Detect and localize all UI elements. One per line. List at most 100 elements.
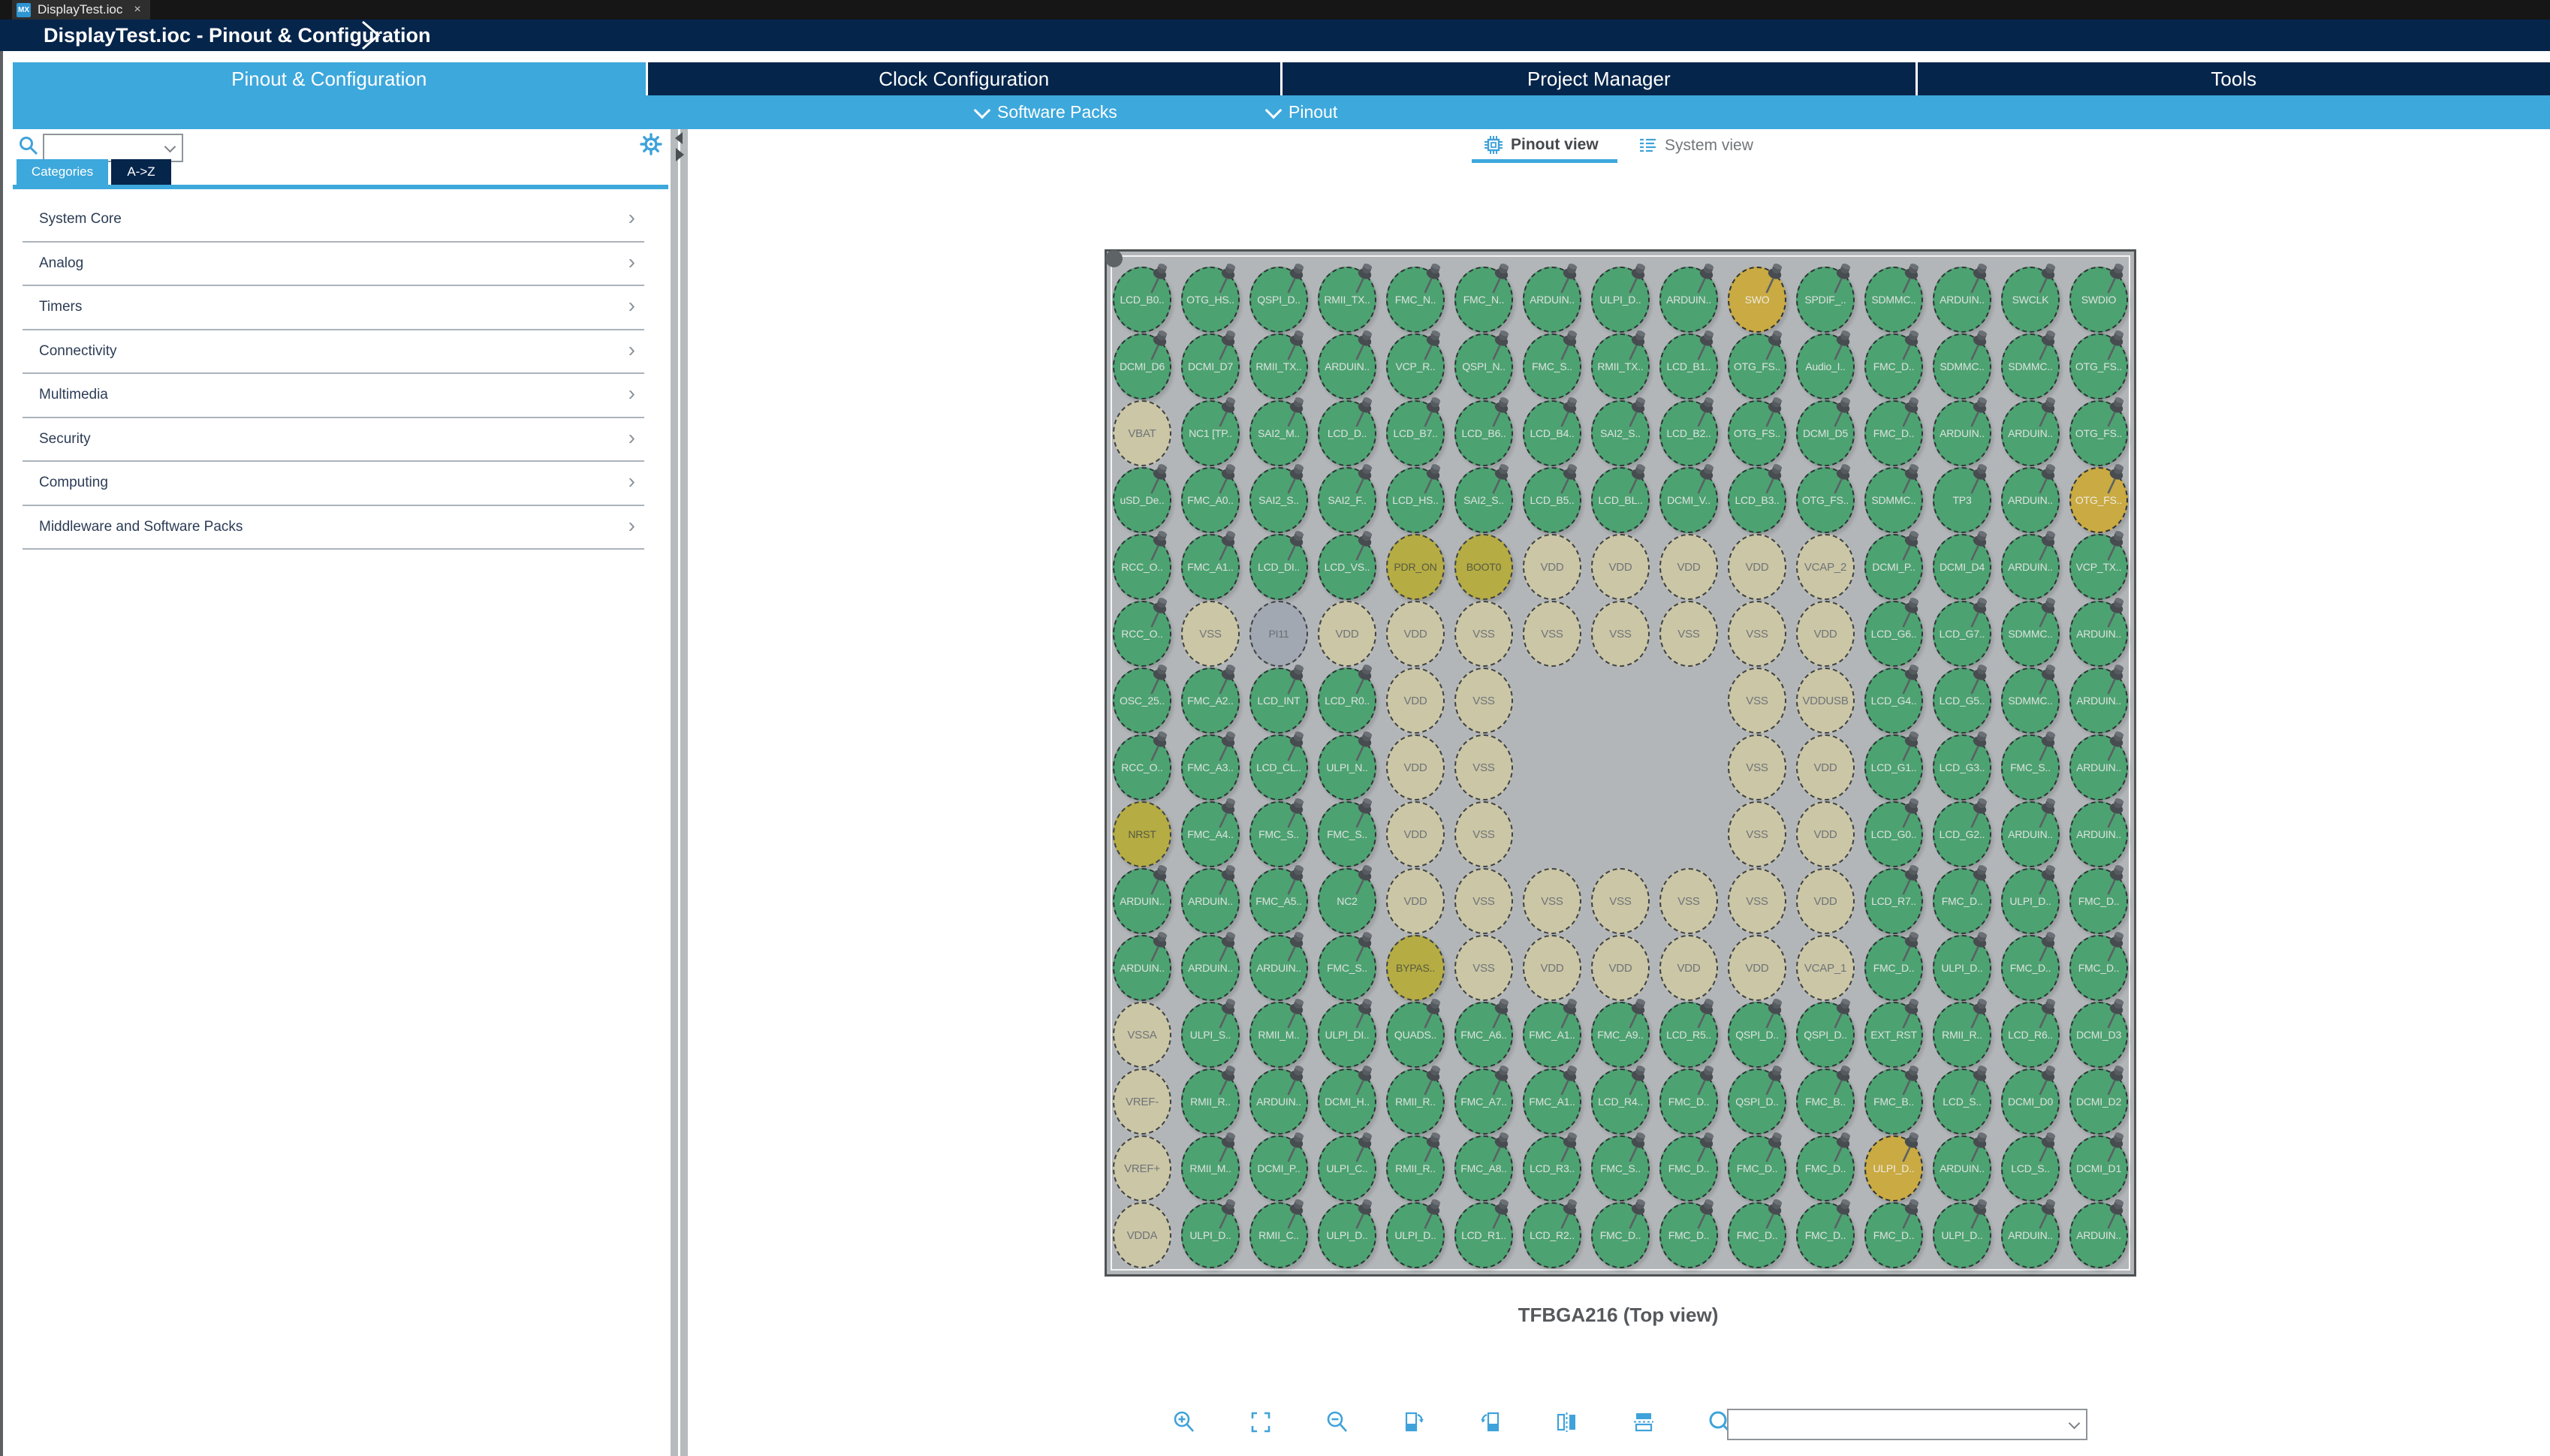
sidebar-item-middleware-software-packs[interactable]: Middleware and Software Packs› — [23, 506, 644, 550]
chip-pin[interactable]: SWDIO — [2069, 267, 2128, 333]
chip-pin[interactable]: LCD_R1.. — [1454, 1202, 1513, 1268]
chip-pin[interactable]: DCMI_D1 — [2069, 1135, 2128, 1201]
chip-pin[interactable]: DCMI_D5 — [1796, 400, 1855, 466]
chip-pin[interactable]: VDDA — [1113, 1202, 1171, 1268]
chip-pin[interactable]: VSS — [1523, 868, 1581, 934]
chip-pin[interactable]: ARDUIN.. — [2001, 534, 2060, 600]
sidebar-search-combobox[interactable] — [43, 134, 183, 162]
flip-horizontal-icon[interactable] — [1554, 1409, 1580, 1435]
chip-pin[interactable]: ARDUIN.. — [1113, 868, 1171, 934]
chip-pin[interactable]: LCD_R2.. — [1523, 1202, 1581, 1268]
chip-pin[interactable]: FMC_D.. — [1796, 1135, 1855, 1201]
chip-pin[interactable]: ARDUIN.. — [2001, 467, 2060, 533]
chip-pin[interactable]: DCMI_D6 — [1113, 333, 1171, 399]
chip-pin[interactable]: FMC_B.. — [1796, 1069, 1855, 1135]
chip-pin[interactable]: ARDUIN.. — [2069, 1202, 2128, 1268]
chip-pin[interactable]: NC1 [TP.. — [1181, 400, 1240, 466]
chip-pin[interactable]: RMII_R.. — [1386, 1069, 1445, 1135]
expand-right-icon[interactable] — [676, 148, 684, 161]
chip-pin[interactable]: ULPI_D.. — [1933, 935, 1991, 1001]
chip-pin[interactable]: LCD_R7.. — [1864, 868, 1923, 934]
chip-pin[interactable]: VDD — [1728, 534, 1786, 600]
chip-pin[interactable]: ARDUIN.. — [1181, 935, 1240, 1001]
chip-pin[interactable]: LCD_G6.. — [1864, 601, 1923, 667]
chip-pin[interactable]: LCD_B7.. — [1386, 400, 1445, 466]
chip-pin[interactable]: RMII_R.. — [1933, 1002, 1991, 1068]
chip-pin[interactable]: DCMI_D2 — [2069, 1069, 2128, 1135]
chip-pin[interactable]: FMC_D.. — [1728, 1135, 1786, 1201]
tab-tools[interactable]: Tools — [1918, 62, 2550, 96]
chip-pin[interactable]: OTG_FS.. — [2069, 333, 2128, 399]
chip-pin[interactable]: ARDUIN.. — [1249, 1069, 1308, 1135]
chip-pin[interactable]: FMC_D.. — [1864, 400, 1923, 466]
chip-pin[interactable]: RCC_O.. — [1113, 734, 1171, 800]
chip-pin[interactable]: FMC_A0.. — [1181, 467, 1240, 533]
chip-pin[interactable]: VCP_TX.. — [2069, 534, 2128, 600]
chip-pin[interactable]: VDD — [1523, 935, 1581, 1001]
chip-pin[interactable]: NC2 — [1318, 868, 1376, 934]
chip-pin[interactable]: SPDIF_.. — [1796, 267, 1855, 333]
chip-pin[interactable]: LCD_B4.. — [1523, 400, 1581, 466]
chip-pin[interactable]: FMC_S.. — [2001, 734, 2060, 800]
chip-pin[interactable]: VDD — [1796, 868, 1855, 934]
chip-pin[interactable]: LCD_CL.. — [1249, 734, 1308, 800]
sidebar-item-analog[interactable]: Analog› — [23, 243, 644, 287]
chip-pin[interactable]: SDMMC.. — [2001, 601, 2060, 667]
chip-pin[interactable]: FMC_D.. — [1591, 1202, 1650, 1268]
chip-pin[interactable]: SAI2_S.. — [1454, 467, 1513, 533]
chip-pin[interactable]: VDD — [1796, 734, 1855, 800]
chip-pin[interactable]: SAI2_S.. — [1249, 467, 1308, 533]
chip-pin[interactable]: VDD — [1523, 534, 1581, 600]
chip-pin[interactable]: RMII_C.. — [1249, 1202, 1308, 1268]
chip-pin[interactable]: FMC_A5.. — [1249, 868, 1308, 934]
chip-pin[interactable]: FMC_S.. — [1249, 801, 1308, 867]
chip-pin[interactable]: RMII_TX.. — [1318, 267, 1376, 333]
chip-pin[interactable]: FMC_D.. — [1864, 1202, 1923, 1268]
chip-pin[interactable]: ULPI_D.. — [1386, 1202, 1445, 1268]
chip-pin[interactable]: LCD_S.. — [1933, 1069, 1991, 1135]
chip-pin[interactable]: ULPI_DI.. — [1318, 1002, 1376, 1068]
chip-pin[interactable]: ARDUIN.. — [1181, 868, 1240, 934]
chip-pin[interactable]: VSS — [1659, 601, 1718, 667]
chip-pin[interactable]: VSS — [1591, 868, 1650, 934]
chip-pin[interactable]: FMC_N.. — [1386, 267, 1445, 333]
chip-pin[interactable]: ARDUIN.. — [2001, 400, 2060, 466]
chip-pin[interactable]: FMC_A3.. — [1181, 734, 1240, 800]
chip-pin[interactable]: ARDUIN.. — [2069, 734, 2128, 800]
chip-pin[interactable]: FMC_A9.. — [1591, 1002, 1650, 1068]
chip-pin[interactable]: LCD_D.. — [1318, 400, 1376, 466]
chip-pin[interactable]: ARDUIN.. — [2069, 601, 2128, 667]
chip-pin[interactable]: VSS — [1659, 868, 1718, 934]
chip-pin[interactable]: OTG_FS.. — [1796, 467, 1855, 533]
chip-pin[interactable]: QSPI_D.. — [1728, 1069, 1786, 1135]
chip-pin[interactable]: OSC_25.. — [1113, 668, 1171, 734]
chip-pin[interactable]: VBAT — [1113, 400, 1171, 466]
chip-pin[interactable]: QSPI_D.. — [1728, 1002, 1786, 1068]
chip-pin[interactable]: QUADS.. — [1386, 1002, 1445, 1068]
zoom-in-icon[interactable] — [1171, 1409, 1197, 1435]
sidebar-item-multimedia[interactable]: Multimedia› — [23, 374, 644, 418]
chip-pin[interactable]: BOOT0 — [1454, 534, 1513, 600]
chip-pin[interactable]: FMC_A2.. — [1181, 668, 1240, 734]
chip-pin[interactable]: LCD_R6.. — [2001, 1002, 2060, 1068]
chip-pin[interactable]: VDD — [1386, 601, 1445, 667]
collapse-left-icon[interactable] — [675, 132, 683, 144]
chip-pin[interactable]: VSS — [1181, 601, 1240, 667]
chip-pin[interactable]: ARDUIN.. — [2069, 801, 2128, 867]
panel-splitter[interactable] — [671, 129, 688, 1456]
chip-pin[interactable]: LCD_R0.. — [1318, 668, 1376, 734]
chip-pin[interactable]: RMII_TX.. — [1591, 333, 1650, 399]
tab-clock-configuration[interactable]: Clock Configuration — [648, 62, 1281, 96]
chip-pin[interactable]: uSD_De.. — [1113, 467, 1171, 533]
tab-project-manager[interactable]: Project Manager — [1283, 62, 1916, 96]
zoom-out-icon[interactable] — [1325, 1409, 1350, 1435]
chip-pin[interactable]: SDMMC.. — [2001, 333, 2060, 399]
chip-pin[interactable]: LCD_G7.. — [1933, 601, 1991, 667]
chip-pin[interactable]: VSS — [1454, 601, 1513, 667]
chip-pin[interactable]: ARDUIN.. — [1113, 935, 1171, 1001]
chip-pin[interactable]: LCD_DI.. — [1249, 534, 1308, 600]
chip-pin[interactable]: QSPI_D.. — [1249, 267, 1308, 333]
file-tab[interactable]: MX DisplayTest.ioc × — [12, 0, 150, 20]
chip-pin[interactable]: Audio_I.. — [1796, 333, 1855, 399]
sidebar-item-timers[interactable]: Timers› — [23, 286, 644, 330]
